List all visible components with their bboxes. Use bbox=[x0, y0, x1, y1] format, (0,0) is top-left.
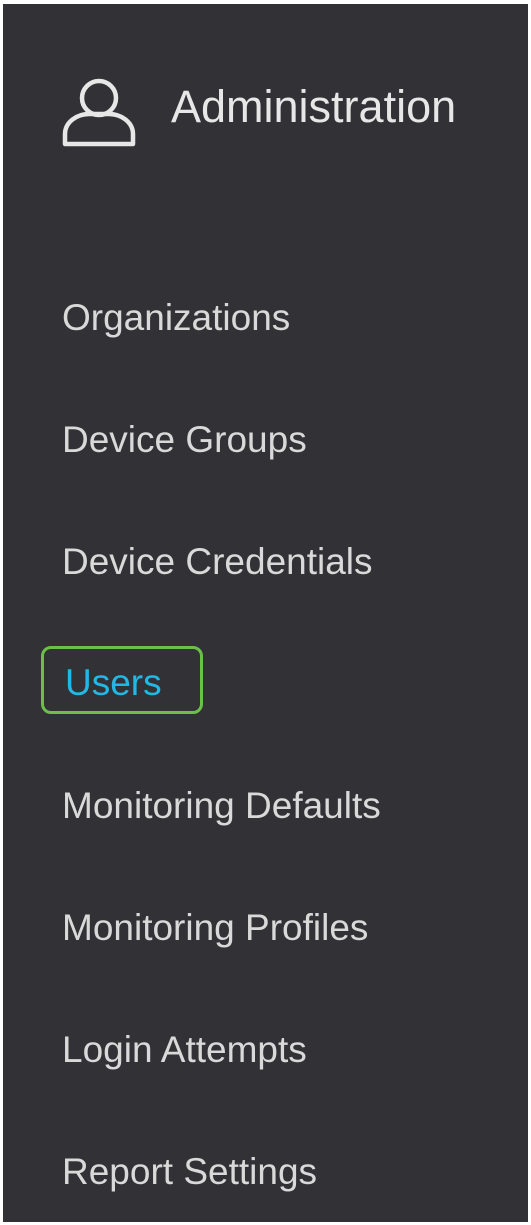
menu-item-monitoring-defaults[interactable]: Monitoring Defaults bbox=[62, 782, 381, 830]
admin-menu: Organizations Device Groups Device Crede… bbox=[3, 4, 528, 1222]
menu-item-report-settings[interactable]: Report Settings bbox=[62, 1148, 317, 1196]
menu-item-login-attempts[interactable]: Login Attempts bbox=[62, 1026, 307, 1074]
menu-item-device-groups[interactable]: Device Groups bbox=[62, 416, 307, 464]
menu-item-monitoring-profiles[interactable]: Monitoring Profiles bbox=[62, 904, 368, 952]
menu-item-organizations[interactable]: Organizations bbox=[62, 294, 290, 342]
menu-item-users[interactable]: Users bbox=[41, 646, 203, 714]
menu-item-device-credentials[interactable]: Device Credentials bbox=[62, 538, 373, 586]
administration-sidebar: Administration Organizations Device Grou… bbox=[3, 4, 528, 1222]
